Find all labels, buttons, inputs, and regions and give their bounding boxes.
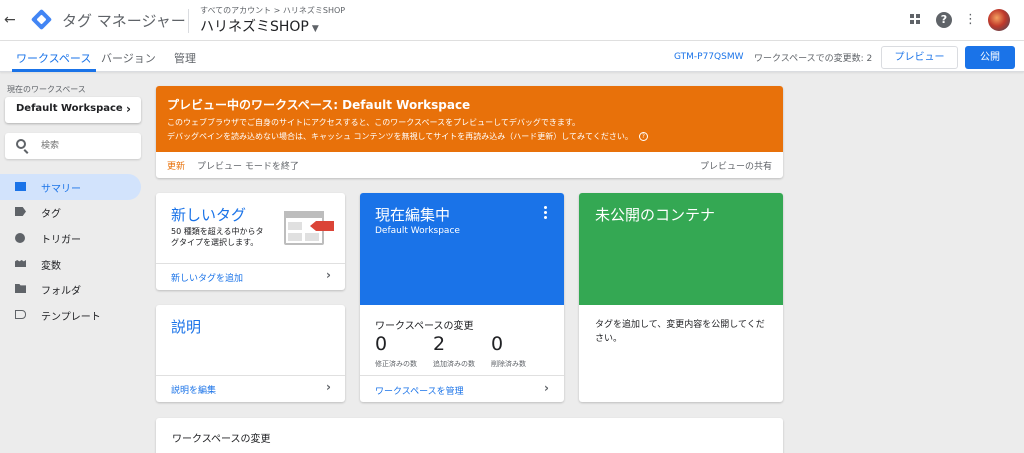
description-card[interactable]: 説明 説明を編集 › xyxy=(156,305,345,402)
chevron-right-icon: › xyxy=(326,380,331,394)
summary-icon xyxy=(15,182,26,191)
current-workspace-header: 現在編集中 Default Workspace xyxy=(360,193,564,305)
workspace-selector[interactable]: Default Workspace › xyxy=(5,97,141,123)
tab-versions[interactable]: バージョン xyxy=(101,50,156,66)
current-workspace-card[interactable]: 現在編集中 Default Workspace ワークスペースの変更 0 2 0… xyxy=(360,193,564,402)
modified-count-label: 修正済みの数 xyxy=(375,360,417,368)
sidebar-item-templates[interactable]: テンプレート xyxy=(0,302,141,328)
container-id[interactable]: GTM-P77QSMW xyxy=(674,52,744,62)
add-new-tag-link[interactable]: 新しいタグを追加 xyxy=(171,271,243,284)
container-name: ハリネズミSHOP xyxy=(200,19,309,35)
manage-workspace-link[interactable]: ワークスペースを管理 xyxy=(375,384,464,397)
tag-manager-logo-icon xyxy=(30,8,53,31)
current-editing-title: 現在編集中 xyxy=(375,206,451,224)
new-tag-title: 新しいタグ xyxy=(171,206,247,224)
tab-admin[interactable]: 管理 xyxy=(174,50,196,66)
banner-text: デバッグペインを読み込めない場合は、キャッシュ コンテンツを無視してサイトを再読… xyxy=(167,132,633,141)
added-count-label: 追加済みの数 xyxy=(433,360,475,368)
breadcrumb[interactable]: すべてのアカウント > ハリネズミSHOP xyxy=(200,5,345,16)
card-divider xyxy=(156,263,345,264)
new-tag-description: 50 種類を超える中からタグタイプを選択します。 xyxy=(171,227,264,247)
preview-button[interactable]: プレビュー xyxy=(881,46,958,69)
preview-banner: プレビュー中のワークスペース: Default Workspace このウェブブ… xyxy=(156,86,783,178)
exit-preview-link[interactable]: プレビュー モードを終了 xyxy=(197,159,299,172)
new-tag-card[interactable]: 新しいタグ 50 種類を超える中からタグタイプを選択します。 新しいタグを追加 … xyxy=(156,193,345,290)
search-icon xyxy=(16,139,26,149)
search-box[interactable] xyxy=(5,133,141,159)
variable-icon xyxy=(15,260,26,267)
tag-illustration-icon xyxy=(284,211,334,245)
workspace-changes-title: ワークスペースの変更 xyxy=(172,434,271,445)
help-icon[interactable]: ? xyxy=(638,132,648,141)
description-title: 説明 xyxy=(171,318,202,336)
unpublished-title: 未公開のコンテナ xyxy=(595,206,716,224)
sidebar-item-folders[interactable]: フォルダ xyxy=(0,276,141,302)
workspace-name: Default Workspace xyxy=(16,103,123,114)
more-vert-icon[interactable] xyxy=(544,206,547,219)
unpublished-description: タグを追加して、変更内容を公開してください。 xyxy=(595,320,765,344)
top-app-bar: ← タグ マネージャー すべてのアカウント > ハリネズミSHOP ハリネズミS… xyxy=(0,0,1024,41)
caret-down-icon: ▼ xyxy=(311,24,319,34)
tab-workspace[interactable]: ワークスペース xyxy=(16,50,91,66)
header-divider xyxy=(188,9,189,33)
workspace-changes-card: ワークスペースの変更 xyxy=(156,418,783,453)
sidebar-item-label: 変数 xyxy=(41,261,61,272)
sidebar-item-triggers[interactable]: トリガー xyxy=(0,225,141,251)
modified-count: 0 xyxy=(375,333,388,355)
card-divider xyxy=(360,375,564,376)
sidebar-item-label: テンプレート xyxy=(41,312,101,323)
tag-icon xyxy=(15,207,26,216)
workspace-tab-bar: ワークスペース バージョン 管理 GTM-P77QSMW ワークスペースでの変更… xyxy=(0,41,1024,72)
sidebar-item-tags[interactable]: タグ xyxy=(0,199,141,225)
deleted-count: 0 xyxy=(491,333,504,355)
trigger-icon xyxy=(15,233,25,243)
template-icon xyxy=(15,310,26,319)
sidebar-item-label: フォルダ xyxy=(41,286,81,297)
folder-icon xyxy=(15,284,26,293)
workspace-changes-label: ワークスペースの変更 xyxy=(375,321,474,332)
search-input[interactable] xyxy=(41,138,136,154)
preview-banner-header: プレビュー中のワークスペース: Default Workspace このウェブブ… xyxy=(156,86,783,152)
app-name: タグ マネージャー xyxy=(62,12,186,30)
chevron-right-icon: › xyxy=(326,268,331,282)
chevron-right-icon: › xyxy=(126,102,131,116)
card-divider xyxy=(156,375,345,376)
edit-description-link[interactable]: 説明を編集 xyxy=(171,383,216,396)
help-icon[interactable]: ? xyxy=(936,12,952,28)
current-workspace-name: Default Workspace xyxy=(375,226,460,236)
sidebar-item-label: タグ xyxy=(41,209,61,220)
share-preview-link[interactable]: プレビューの共有 xyxy=(700,159,772,172)
sidebar-item-variables[interactable]: 変数 xyxy=(0,251,141,277)
sidebar-item-label: トリガー xyxy=(41,235,81,246)
more-vert-icon[interactable]: ⋮ xyxy=(964,11,977,29)
banner-title: プレビュー中のワークスペース: Default Workspace xyxy=(167,98,471,112)
workspace-change-count: ワークスペースでの変更数: 2 xyxy=(754,54,873,64)
banner-text-line2: デバッグペインを読み込めない場合は、キャッシュ コンテンツを無視してサイトを再読… xyxy=(167,131,648,142)
chevron-right-icon: › xyxy=(544,381,549,395)
avatar[interactable] xyxy=(988,9,1010,31)
added-count: 2 xyxy=(433,333,446,355)
unpublished-container-card: 未公開のコンテナ タグを追加して、変更内容を公開してください。 xyxy=(579,193,783,402)
arrow-left-icon[interactable]: ← xyxy=(4,11,18,29)
current-workspace-label: 現在のワークスペース xyxy=(7,85,86,94)
apps-grid-icon[interactable] xyxy=(909,11,923,29)
banner-text-line1: このウェブブラウザでご自身のサイトにアクセスすると、このワークスペースをプレビュ… xyxy=(167,118,581,127)
publish-button[interactable]: 公開 xyxy=(965,46,1015,69)
refresh-link[interactable]: 更新 xyxy=(167,159,185,172)
deleted-count-label: 削除済み数 xyxy=(491,360,526,368)
unpublished-header: 未公開のコンテナ xyxy=(579,193,783,305)
sidebar-item-label: サマリー xyxy=(41,184,81,195)
container-selector[interactable]: ハリネズミSHOP ▼ xyxy=(200,16,319,36)
active-tab-indicator xyxy=(12,69,96,72)
sidebar-item-summary[interactable]: サマリー xyxy=(0,174,141,200)
